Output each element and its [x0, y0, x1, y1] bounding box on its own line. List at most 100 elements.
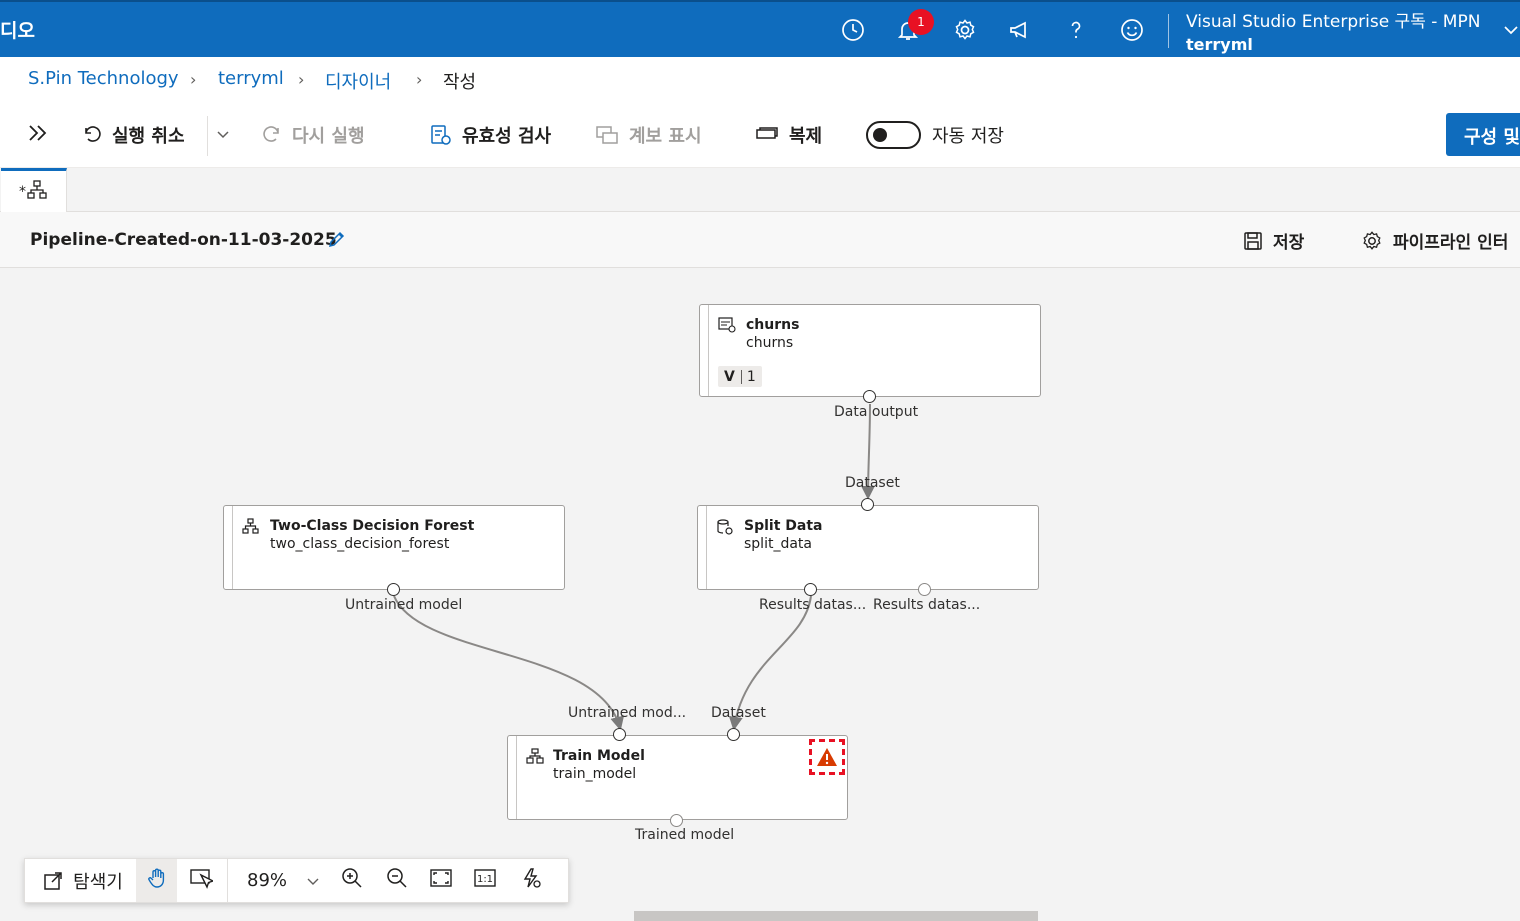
- breadcrumb-current: 작성: [443, 72, 477, 93]
- show-lineage-label: 계보 표시: [629, 126, 702, 147]
- clone-icon: [755, 125, 779, 145]
- undo-button[interactable]: 실행 취소: [82, 122, 185, 148]
- show-lineage-button[interactable]: 계보 표시: [595, 122, 702, 148]
- zoom-out-icon: [386, 867, 408, 894]
- fit-to-screen-button[interactable]: [419, 859, 463, 902]
- select-tool-button[interactable]: [180, 859, 221, 902]
- node-title: churns: [746, 317, 800, 333]
- port-split-output-2[interactable]: [918, 583, 931, 596]
- help-icon[interactable]: [1060, 14, 1092, 46]
- node-title: Two-Class Decision Forest: [270, 518, 475, 534]
- save-label: 저장: [1273, 233, 1305, 253]
- node-churns-dataset[interactable]: churns churns V 1: [699, 304, 1041, 397]
- pipeline-name: Pipeline-Created-on-11-03-2025: [30, 230, 337, 250]
- port-label: Untrained mod...: [568, 705, 687, 721]
- zoom-in-icon: [341, 867, 363, 894]
- pan-tool-button[interactable]: [136, 859, 177, 902]
- breadcrumb-workspace[interactable]: terryml: [218, 68, 284, 89]
- port-label: Data output: [834, 404, 919, 420]
- breadcrumb-org[interactable]: S.Pin Technology: [28, 68, 179, 89]
- validate-button[interactable]: 유효성 검사: [430, 122, 551, 148]
- toolbar: 실행 취소 다시 실행 유효성 검사 계보 표시 복제 자동 저장: [0, 102, 1520, 168]
- breadcrumb: S.Pin Technology › terryml › 디자이너 › 작성: [0, 57, 1520, 102]
- node-two-class-decision-forest[interactable]: Two-Class Decision Forest two_class_deci…: [223, 505, 565, 590]
- topbar-divider: [1168, 14, 1169, 48]
- zoom-select[interactable]: 89%: [235, 859, 325, 902]
- tree-icon: [242, 518, 260, 538]
- pipeline-interface-button[interactable]: 파이프라인 인터: [1361, 228, 1508, 253]
- port-train-input-2[interactable]: [727, 728, 740, 741]
- node-subtitle: two_class_decision_forest: [270, 536, 450, 552]
- node-subtitle: train_model: [553, 766, 637, 782]
- subscription-name[interactable]: Visual Studio Enterprise 구독 - MPN: [1186, 7, 1480, 32]
- fit-screen-icon: [429, 868, 453, 893]
- chevron-right-icon: ›: [298, 70, 305, 89]
- port-train-input-1[interactable]: [613, 728, 626, 741]
- expand-panel-button[interactable]: [26, 122, 50, 148]
- explorer-label: 탐색기: [73, 871, 123, 893]
- split-data-icon: [716, 518, 734, 540]
- chevron-right-icon: ›: [190, 70, 197, 89]
- port-split-input[interactable]: [861, 498, 874, 511]
- port-label: Results datas...: [759, 597, 867, 613]
- port-train-output[interactable]: [670, 814, 683, 827]
- auto-layout-button[interactable]: [509, 859, 553, 902]
- auto-layout-icon: [520, 867, 542, 894]
- actual-size-button[interactable]: 1:1: [463, 859, 507, 902]
- breadcrumb-designer[interactable]: 디자이너: [325, 68, 391, 94]
- save-button[interactable]: 저장: [1243, 228, 1304, 253]
- gear-icon: [1361, 230, 1383, 252]
- version-label: V: [724, 368, 735, 385]
- app-title: 디오: [0, 20, 35, 42]
- node-subtitle: split_data: [744, 536, 812, 552]
- node-split-data[interactable]: Split Data split_data: [697, 505, 1039, 590]
- lineage-icon: [595, 124, 619, 146]
- port-churns-output[interactable]: [863, 390, 876, 403]
- chevron-down-icon: [216, 125, 230, 146]
- top-bar: 디오 1 Visual Studio Enterprise 구독 - MPN t…: [0, 0, 1520, 57]
- node-train-model[interactable]: Train Model train_model: [507, 735, 848, 820]
- configure-submit-button[interactable]: 구성 및: [1446, 113, 1520, 156]
- autosave-toggle[interactable]: [866, 121, 921, 149]
- toolbar-divider: [207, 116, 208, 156]
- node-title: Train Model: [553, 748, 645, 764]
- node-title: Split Data: [744, 518, 823, 534]
- double-chevron-right-icon: [26, 121, 50, 150]
- tab-pipeline-draft[interactable]: *: [1, 168, 67, 212]
- autosave-label: 자동 저장: [932, 126, 1004, 147]
- explorer-button[interactable]: 탐색기: [33, 859, 133, 902]
- megaphone-icon[interactable]: [1004, 14, 1036, 46]
- undo-icon: [82, 125, 102, 145]
- notification-badge[interactable]: 1: [908, 9, 934, 35]
- hand-icon: [146, 867, 168, 894]
- actual-size-icon: 1:1: [473, 868, 497, 893]
- port-label: Trained model: [635, 827, 735, 843]
- pipeline-canvas[interactable]: churns churns V 1 Data output Dataset Sp…: [0, 268, 1520, 921]
- warning-icon[interactable]: [809, 739, 845, 775]
- clone-button[interactable]: 복제: [755, 122, 822, 148]
- clone-label: 복제: [789, 126, 823, 147]
- canvas-toolbar: 탐색기 89% 1:1: [24, 858, 569, 903]
- zoom-out-button[interactable]: [375, 859, 419, 902]
- save-icon: [1243, 231, 1263, 251]
- chevron-down-icon[interactable]: [1503, 22, 1519, 42]
- zoom-value: 89%: [247, 870, 288, 891]
- history-icon[interactable]: [837, 14, 869, 46]
- gear-icon[interactable]: [949, 14, 981, 46]
- workspace-name[interactable]: terryml: [1186, 35, 1253, 54]
- redo-button[interactable]: 다시 실행: [262, 122, 365, 148]
- zoom-in-button[interactable]: [330, 859, 374, 902]
- horizontal-scrollbar[interactable]: [634, 911, 1038, 921]
- tab-unsaved-marker: *: [19, 183, 26, 200]
- validate-icon: [430, 124, 452, 146]
- port-forest-output[interactable]: [387, 583, 400, 596]
- select-cursor-icon: [189, 867, 215, 894]
- smiley-icon[interactable]: [1116, 14, 1148, 46]
- port-split-output-1[interactable]: [804, 583, 817, 596]
- port-label: Untrained model: [345, 597, 463, 613]
- edit-pencil-icon[interactable]: [327, 229, 347, 253]
- dataset-icon: [718, 317, 736, 337]
- pipeline-header: Pipeline-Created-on-11-03-2025 저장 파이프라인 …: [0, 212, 1520, 268]
- undo-dropdown-button[interactable]: [216, 122, 230, 148]
- undo-label: 실행 취소: [112, 126, 185, 147]
